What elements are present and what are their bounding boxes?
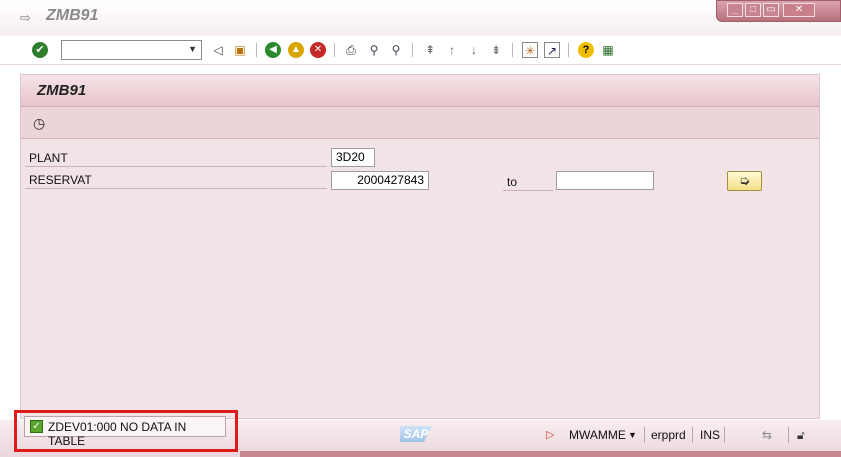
back-icon[interactable]: ◁ [210,42,226,58]
find-next-icon[interactable]: ⚲ [388,42,404,58]
help-icon[interactable]: ? [578,42,594,58]
first-page-icon[interactable]: ⇞ [422,42,438,58]
maximize-icon[interactable]: □ [745,3,761,17]
minimize-icon[interactable]: _ [727,3,743,17]
transfer-icon[interactable]: ⇆ [762,427,772,443]
bottom-border [240,451,841,457]
enter-icon[interactable]: ✔ [32,42,48,58]
previous-page-icon[interactable]: ↑ [444,42,460,58]
success-check-icon: ✓ [30,420,43,433]
window-controls: _ □ ▭ ✕ [716,0,841,22]
save-icon[interactable]: ▣ [232,42,248,58]
status-separator [724,427,725,443]
to-label: to [503,173,553,191]
plant-label: PLANT [25,149,327,167]
system-server: erpprd [651,428,686,442]
status-message[interactable]: ✓ ZDEV01:000 NO DATA IN TABLE [24,416,226,448]
status-message-text: ZDEV01:000 NO DATA IN TABLE [48,420,187,448]
screen-title: ZMB91 [37,82,87,99]
close-icon[interactable]: ✕ [783,3,815,17]
toolbar-separator [334,43,335,57]
next-page-icon[interactable]: ↓ [466,42,482,58]
last-page-icon[interactable]: ⇟ [488,42,504,58]
restore-icon[interactable]: ▭ [763,3,779,17]
screen-header: ZMB91 [21,75,819,107]
toolbar-separator [412,43,413,57]
customize-layout-icon[interactable]: ▦ [600,42,616,58]
reservat-to-input[interactable] [556,171,654,190]
chevron-down-icon[interactable]: ▼ [188,44,197,54]
back-nav-icon[interactable]: ◀ [265,42,281,58]
arrow-right-icon: ➭ [739,173,750,188]
expand-status-icon[interactable]: ▷ [546,427,554,443]
create-session-icon[interactable]: ✳ [522,42,538,58]
execute-icon[interactable]: ◷ [33,115,49,131]
status-separator [644,427,645,443]
lock-icon[interactable]: 🔓︎ [797,427,805,443]
multiple-selection-button[interactable]: ➭ [727,171,762,191]
toolbar-separator [512,43,513,57]
selection-screen: ZMB91 ◷ PLANT 3D20 RESERVAT 2000427843 t… [20,74,820,419]
print-icon[interactable]: ⎙ [343,42,359,58]
window-title: ZMB91 [46,7,99,24]
toolbar-separator [256,43,257,57]
input-mode: INS [700,428,721,442]
status-separator [788,427,789,443]
application-toolbar: ◷ [21,107,819,139]
exit-icon[interactable]: ▲ [288,42,304,58]
cancel-icon[interactable]: ✕ [310,42,326,58]
shortcut-icon[interactable]: ↗ [544,42,560,58]
chevron-down-icon[interactable]: ▼ [628,427,637,443]
plant-input[interactable]: 3D20 [331,148,375,167]
title-bar: ⇨ ZMB91 _ □ ▭ ✕ [0,0,841,36]
command-field[interactable]: ▼ [61,40,202,60]
status-message-highlight: ✓ ZDEV01:000 NO DATA IN TABLE [14,410,238,452]
menu-exit-icon[interactable]: ⇨ [20,11,36,25]
standard-toolbar: ✔ ▼ ◁ ▣ ◀ ▲ ✕ ⎙ ⚲ ⚲ ⇞ ↑ ↓ ⇟ ✳ ↗ ? ▦ [0,36,841,65]
find-icon[interactable]: ⚲ [366,42,382,58]
reservat-from-input[interactable]: 2000427843 [331,171,429,190]
reservat-label: RESERVAT [25,171,327,189]
status-separator [692,427,693,443]
system-user: MWAMME [569,428,626,442]
toolbar-separator [568,43,569,57]
